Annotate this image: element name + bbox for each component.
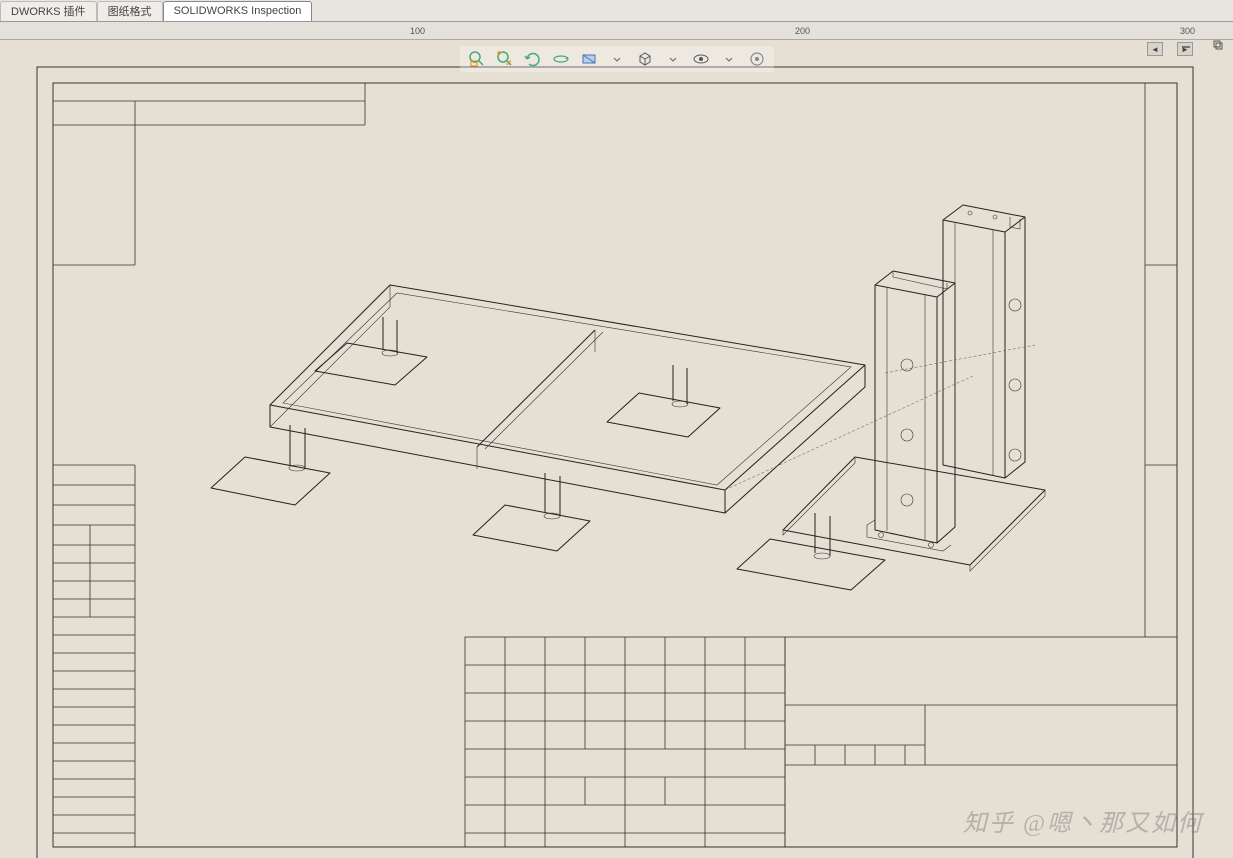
ruler-mark-300: 300: [1180, 26, 1195, 36]
maximize-window-icon[interactable]: [1211, 38, 1225, 52]
display-style-icon[interactable]: [634, 48, 656, 70]
rotate-view-icon[interactable]: [550, 48, 572, 70]
tab-solidworks-plugin[interactable]: DWORKS 插件: [0, 1, 97, 21]
command-tab-bar: DWORKS 插件 图纸格式 SOLIDWORKS Inspection: [0, 0, 1233, 22]
previous-view-icon[interactable]: [522, 48, 544, 70]
drawing-canvas[interactable]: ◄ ►: [0, 40, 1233, 858]
dropdown-icon[interactable]: [718, 48, 740, 70]
dropdown-icon[interactable]: [662, 48, 684, 70]
drawing-sheet[interactable]: [35, 65, 1195, 858]
tab-drawing-format[interactable]: 图纸格式: [97, 1, 163, 21]
horizontal-ruler: 100 200 300: [0, 22, 1233, 40]
scroll-left-icon[interactable]: ◄: [1147, 42, 1163, 56]
drawing-view-model: [211, 205, 1045, 590]
apply-scene-icon[interactable]: [746, 48, 768, 70]
view-heads-up-toolbar: [460, 46, 774, 72]
ruler-mark-200: 200: [795, 26, 810, 36]
hide-show-icon[interactable]: [690, 48, 712, 70]
ruler-mark-100: 100: [410, 26, 425, 36]
tab-solidworks-inspection[interactable]: SOLIDWORKS Inspection: [163, 1, 313, 21]
zoom-to-area-icon[interactable]: [466, 48, 488, 70]
section-view-icon[interactable]: [578, 48, 600, 70]
dropdown-icon[interactable]: [606, 48, 628, 70]
minimize-window-icon[interactable]: [1179, 38, 1193, 52]
window-controls: [1179, 38, 1225, 52]
zoom-to-fit-icon[interactable]: [494, 48, 516, 70]
